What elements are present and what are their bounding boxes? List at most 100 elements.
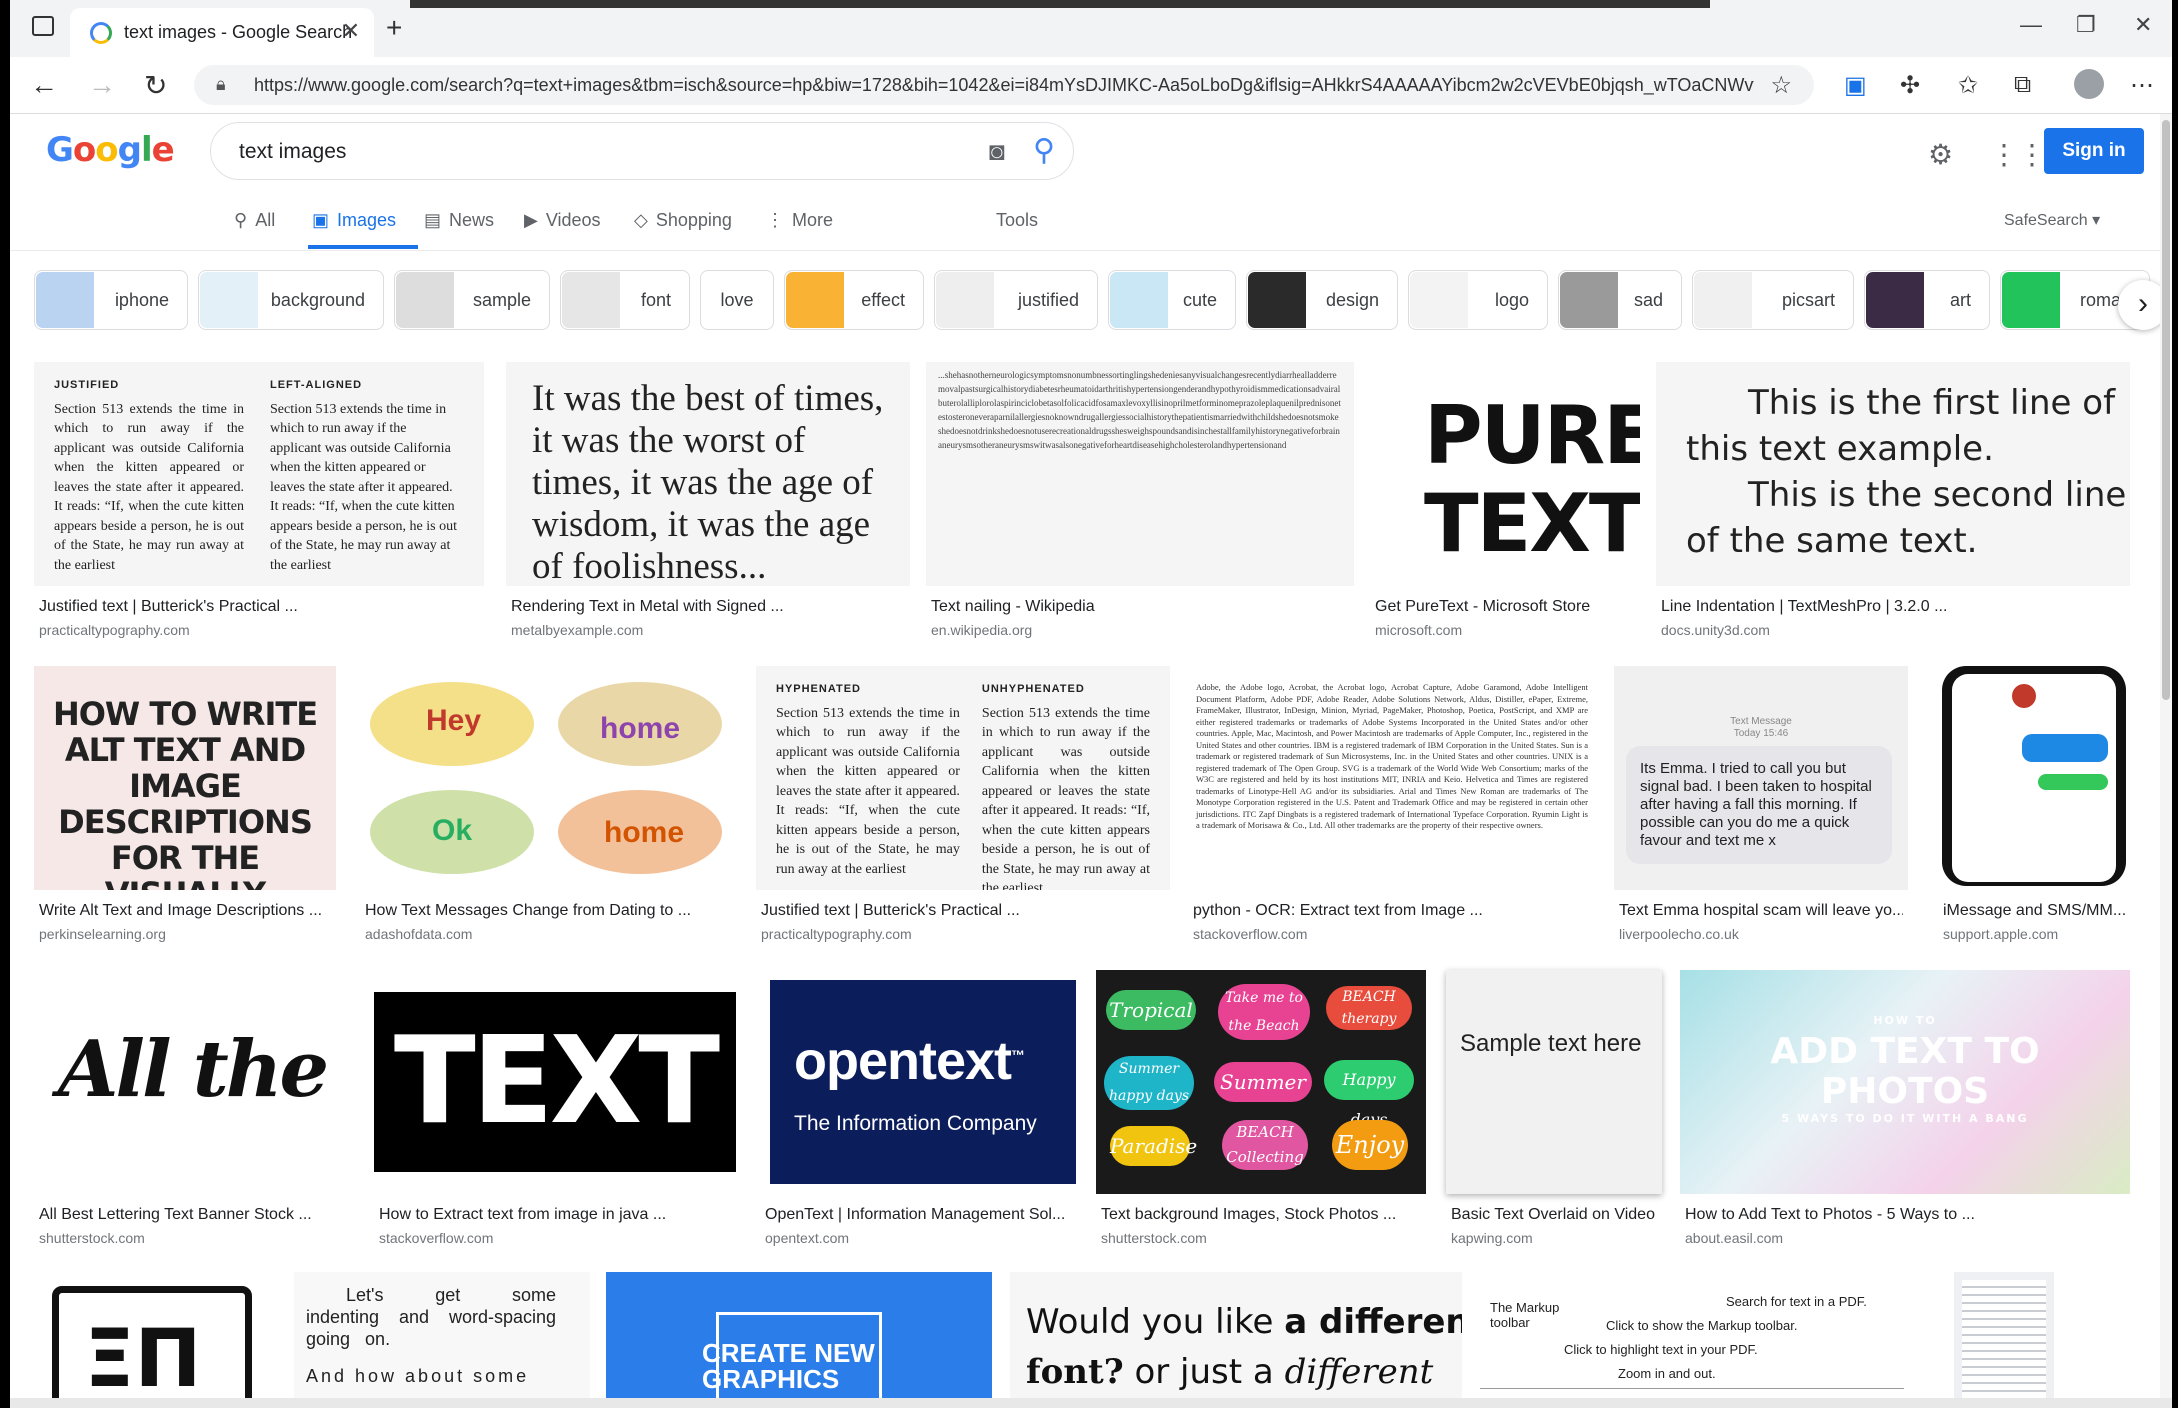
result-thumbnail[interactable]: HYPHENATED Section 513 extends the time i… xyxy=(756,666,1170,890)
tab-images[interactable]: ▣ Images xyxy=(312,210,396,231)
lock-icon[interactable]: 🔒︎ xyxy=(216,74,226,95)
result-source[interactable]: metalbyexample.com xyxy=(511,622,643,638)
result-source[interactable]: practicaltypography.com xyxy=(761,926,912,942)
result-title[interactable]: Text nailing - Wikipedia xyxy=(931,598,1349,616)
result-thumbnail[interactable]: Adobe, the Adobe logo, Acrobat, the Acro… xyxy=(1188,666,1596,890)
result-title[interactable]: python - OCR: Extract text from Image ..… xyxy=(1193,902,1591,920)
result-thumbnail[interactable]: This is the first line of this text exam… xyxy=(1656,362,2130,586)
result-title[interactable]: iMessage and SMS/MM... xyxy=(1943,902,2127,920)
restore-icon[interactable]: ❐ xyxy=(2076,12,2096,38)
vertical-scrollbar[interactable] xyxy=(2160,114,2172,1398)
result-thumbnail[interactable]: HOW TO WRITE ALT TEXT AND IMAGE DESCRIPT… xyxy=(34,666,336,890)
chip[interactable]: background xyxy=(198,270,384,330)
result-source[interactable]: about.easil.com xyxy=(1685,1230,1783,1246)
result-thumbnail[interactable]: JUSTIFIED Section 513 extends the time in… xyxy=(34,362,484,586)
result-thumbnail[interactable]: The Markup toolbar Search for text in a … xyxy=(1480,1272,1904,1398)
result-source[interactable]: shutterstock.com xyxy=(1101,1230,1207,1246)
result-title[interactable]: Text Emma hospital scam will leave yo... xyxy=(1619,902,1903,920)
scrollbar-thumb[interactable] xyxy=(2162,120,2170,700)
result-thumbnail[interactable]: TEXT xyxy=(374,970,736,1194)
result-thumbnail[interactable]: Tropical Take me to the Beach BEACH ther… xyxy=(1096,970,1426,1194)
result-title[interactable]: Rendering Text in Metal with Signed ... xyxy=(511,598,905,616)
new-tab-icon[interactable]: + xyxy=(386,12,402,44)
chip[interactable]: iphone xyxy=(34,270,188,330)
chip[interactable]: logo xyxy=(1408,270,1548,330)
result-thumbnail[interactable]: Text Message Today 15:46 Its Emma. I tri… xyxy=(1614,666,1908,890)
result-title[interactable]: Write Alt Text and Image Descriptions ..… xyxy=(39,902,331,920)
result-source[interactable]: stackoverflow.com xyxy=(1193,926,1307,942)
profile-avatar[interactable] xyxy=(2074,69,2104,99)
result-source[interactable]: docs.unity3d.com xyxy=(1661,622,1770,638)
safesearch-button[interactable]: SafeSearch ▾ xyxy=(2004,210,2100,230)
result-title[interactable]: How to Extract text from image in java .… xyxy=(379,1206,731,1224)
sign-in-button[interactable]: Sign in xyxy=(2044,128,2144,174)
result-thumbnail[interactable]: All the Best! xyxy=(34,970,350,1194)
settings-gear-icon[interactable]: ⚙ xyxy=(1928,138,1953,171)
chip[interactable]: design xyxy=(1246,270,1398,330)
extensions-icon[interactable]: ✣ xyxy=(1900,71,1920,100)
result-title[interactable]: Basic Text Overlaid on Video xyxy=(1451,1206,1657,1224)
tab-all[interactable]: ⚲ All xyxy=(234,210,275,231)
result-title[interactable]: How Text Messages Change from Dating to … xyxy=(365,902,727,920)
result-source[interactable]: perkinselearning.org xyxy=(39,926,166,942)
extension-icon[interactable]: ▣ xyxy=(1844,71,1867,100)
result-thumbnail[interactable]: PURE TEXT xyxy=(1370,362,1640,586)
refresh-icon[interactable]: ↻ xyxy=(144,69,167,102)
result-thumbnail[interactable]: Hey home Ok home xyxy=(360,666,732,890)
result-source[interactable]: stackoverflow.com xyxy=(379,1230,493,1246)
tab-videos[interactable]: ▶ Videos xyxy=(524,210,601,231)
result-source[interactable]: practicaltypography.com xyxy=(39,622,190,638)
result-source[interactable]: opentext.com xyxy=(765,1230,849,1246)
result-thumbnail[interactable] xyxy=(1954,1272,2054,1398)
result-thumbnail[interactable]: CREATE NEW GRAPHICS xyxy=(606,1272,992,1398)
result-thumbnail[interactable]: ...shehasnotherneurologicsymptomsnonumbn… xyxy=(926,362,1354,586)
search-icon[interactable]: ⚲ xyxy=(1033,133,1055,168)
result-thumbnail[interactable]: Would you like a different font? or just… xyxy=(1010,1272,1462,1398)
result-title[interactable]: How to Add Text to Photos - 5 Ways to ..… xyxy=(1685,1206,2125,1224)
active-tab[interactable]: text images - Google Search ✕ xyxy=(70,8,374,57)
chip[interactable]: love xyxy=(700,270,774,330)
close-window-icon[interactable]: ✕ xyxy=(2134,12,2152,38)
result-title[interactable]: OpenText | Information Management Sol... xyxy=(765,1206,1071,1224)
google-doodle-logo[interactable]: Google xyxy=(46,130,175,170)
result-thumbnail[interactable] xyxy=(1938,666,2132,890)
more-menu-icon[interactable]: ⋯ xyxy=(2130,71,2154,100)
forward-icon[interactable]: → xyxy=(88,69,116,101)
chip[interactable]: sample xyxy=(394,270,550,330)
result-thumbnail[interactable]: Let's get some indenting and word-spacin… xyxy=(294,1272,590,1398)
add-favorite-icon[interactable]: ☆ xyxy=(1770,71,1792,100)
result-title[interactable]: Justified text | Butterick's Practical .… xyxy=(761,902,1165,920)
result-source[interactable]: microsoft.com xyxy=(1375,622,1462,638)
url-text[interactable]: https://www.google.com/search?q=text+ima… xyxy=(254,75,1754,96)
tools-button[interactable]: Tools xyxy=(996,210,1038,231)
search-input[interactable] xyxy=(237,137,881,167)
result-source[interactable]: shutterstock.com xyxy=(39,1230,145,1246)
tab-more[interactable]: ⋮ More xyxy=(766,210,833,231)
tab-actions-icon[interactable] xyxy=(32,16,54,36)
result-title[interactable]: Text background Images, Stock Photos ... xyxy=(1101,1206,1421,1224)
result-title[interactable]: All Best Lettering Text Banner Stock ... xyxy=(39,1206,345,1224)
tab-news[interactable]: ▤ News xyxy=(424,210,494,231)
result-source[interactable]: support.apple.com xyxy=(1943,926,2058,942)
camera-icon[interactable]: ◙ xyxy=(989,136,1005,167)
favorites-icon[interactable]: ✩ xyxy=(1958,71,1978,100)
result-source[interactable]: adashofdata.com xyxy=(365,926,472,942)
chip[interactable]: picsart xyxy=(1692,270,1854,330)
url-bar[interactable]: 🔒︎ https://www.google.com/search?q=text+… xyxy=(194,65,1814,105)
result-thumbnail[interactable]: Sample text here xyxy=(1446,970,1662,1194)
chip[interactable]: effect xyxy=(784,270,924,330)
chip[interactable]: art xyxy=(1864,270,1990,330)
result-thumbnail[interactable]: ΞΠ xyxy=(34,1272,278,1398)
result-source[interactable]: kapwing.com xyxy=(1451,1230,1533,1246)
close-tab-icon[interactable]: ✕ xyxy=(342,18,360,44)
result-thumbnail[interactable]: opentext™ The Information Company xyxy=(760,970,1076,1194)
collections-icon[interactable]: ⧉ xyxy=(2014,71,2031,99)
chip[interactable]: sad xyxy=(1558,270,1682,330)
result-title[interactable]: Get PureText - Microsoft Store xyxy=(1375,598,1635,616)
chip[interactable]: font xyxy=(560,270,690,330)
result-thumbnail[interactable]: It was the best of times, it was the wor… xyxy=(506,362,910,586)
tab-shopping[interactable]: ◇ Shopping xyxy=(634,210,732,231)
result-source[interactable]: en.wikipedia.org xyxy=(931,622,1032,638)
result-thumbnail[interactable]: HOW TO ADD TEXT TO PHOTOS 5 WAYS TO DO I… xyxy=(1680,970,2130,1194)
minimize-icon[interactable]: — xyxy=(2020,12,2042,38)
